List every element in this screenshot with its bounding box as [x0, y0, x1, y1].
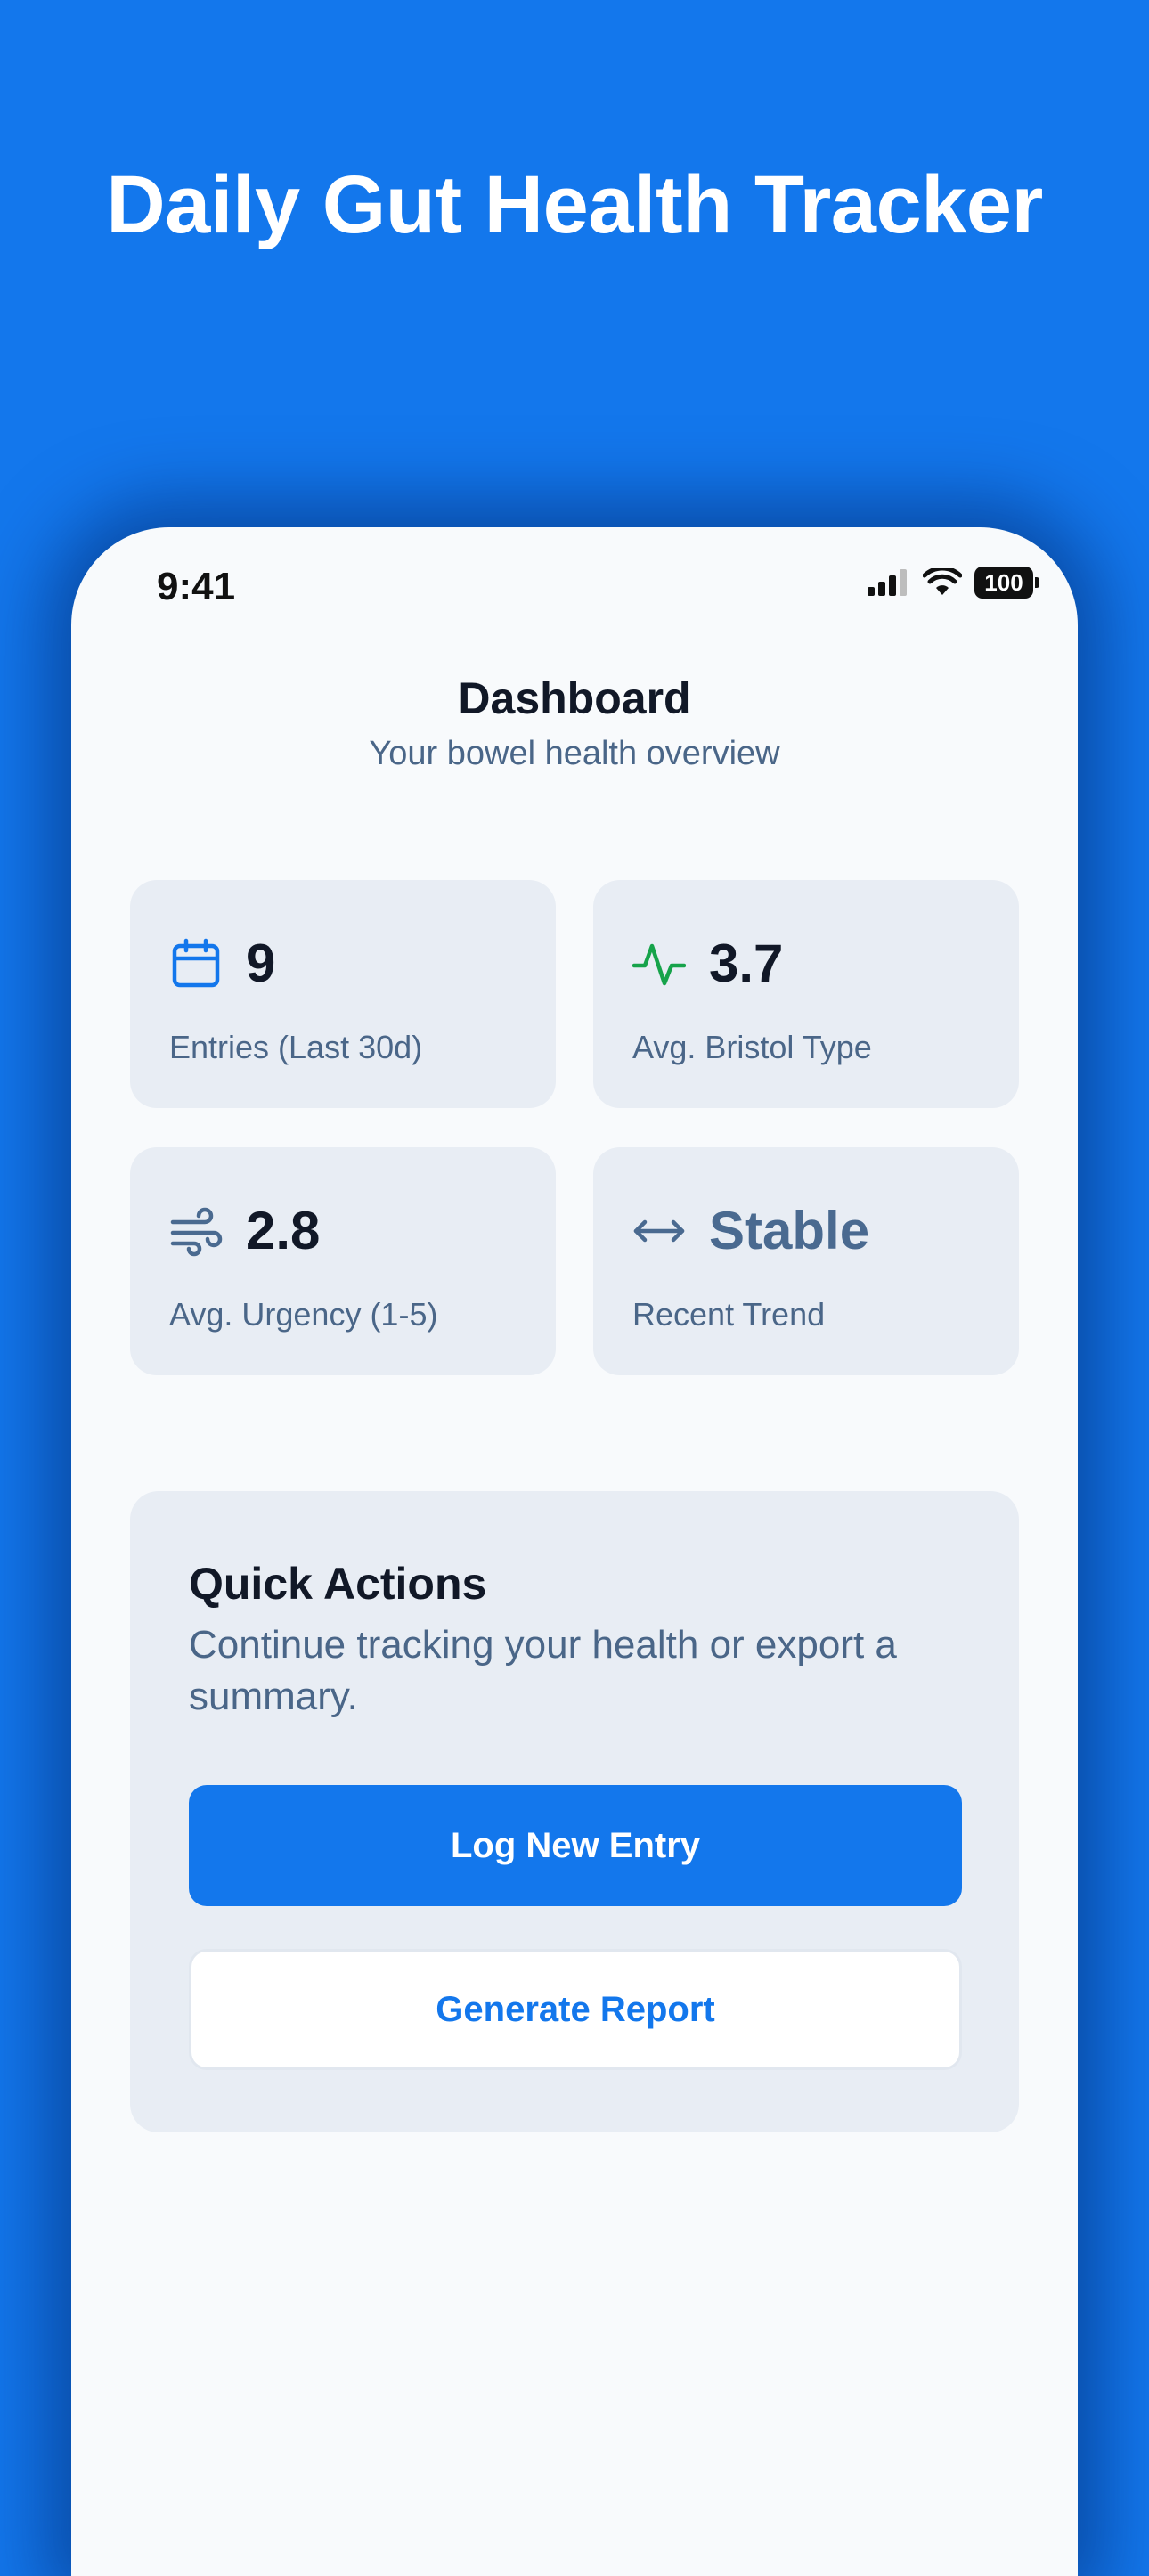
stat-value: 9: [246, 933, 276, 993]
log-new-entry-button[interactable]: Log New Entry: [189, 1785, 962, 1906]
stat-label: Avg. Bristol Type: [632, 1029, 872, 1065]
stat-card-urgency: 2.8 Avg. Urgency (1-5): [130, 1147, 556, 1375]
stat-value: Stable: [709, 1201, 870, 1260]
stat-label: Recent Trend: [632, 1296, 826, 1333]
quick-actions-card: Quick Actions Continue tracking your hea…: [130, 1491, 1019, 2132]
activity-pulse-icon: [632, 943, 686, 986]
generate-report-button[interactable]: Generate Report: [189, 1949, 962, 2070]
stat-card-trend: Stable Recent Trend: [593, 1147, 1019, 1375]
status-icons: 100: [868, 567, 1039, 599]
stat-value: 3.7: [709, 933, 784, 993]
stat-label: Entries (Last 30d): [169, 1029, 423, 1065]
wind-icon: [170, 1207, 223, 1257]
hero-title: Daily Gut Health Tracker: [106, 159, 1043, 250]
quick-actions-title: Quick Actions: [189, 1559, 487, 1609]
page-subtitle: Your bowel health overview: [369, 735, 780, 772]
stat-label: Avg. Urgency (1-5): [169, 1296, 438, 1333]
status-bar: 9:41 100: [71, 527, 1078, 643]
page-header: Dashboard Your bowel health overview: [71, 670, 1078, 779]
cellular-signal-icon: [868, 569, 907, 596]
status-time: 9:41: [157, 565, 236, 608]
stat-card-entries: 9 Entries (Last 30d): [130, 880, 556, 1108]
calendar-icon: [172, 938, 220, 988]
phone-frame: 9:41 100 Dashboard Your bowel health ove…: [71, 527, 1078, 2576]
stat-card-bristol: 3.7 Avg. Bristol Type: [593, 880, 1019, 1108]
page-title: Dashboard: [458, 673, 691, 723]
arrows-horizontal-icon: [633, 1219, 685, 1243]
wifi-icon: [923, 568, 962, 595]
battery-icon: 100: [974, 567, 1039, 599]
stat-value: 2.8: [246, 1201, 321, 1260]
quick-actions-description: Continue tracking your health or export …: [189, 1623, 897, 1718]
battery-level: 100: [984, 568, 1023, 596]
